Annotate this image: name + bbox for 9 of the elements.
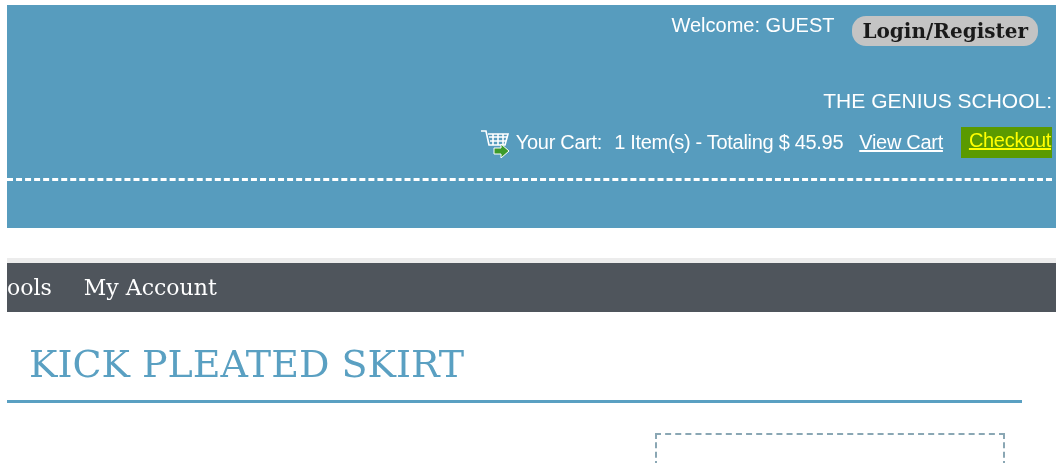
school-name: THE GENIUS SCHOOL:	[823, 89, 1052, 113]
cart-arrow-icon	[479, 127, 512, 158]
nav-link[interactable]: ools	[7, 275, 52, 300]
cart-summary: 1 Item(s) - Totaling $ 45.95	[614, 131, 844, 154]
cart-label: Your Cart:	[515, 131, 603, 154]
welcome-text: Welcome: GUEST	[671, 13, 835, 37]
nav-link[interactable]: My Account	[83, 275, 217, 300]
product-title: KICK PLEATED SKIRT	[7, 342, 1022, 403]
login-register-button[interactable]: Login/Register	[852, 16, 1038, 46]
